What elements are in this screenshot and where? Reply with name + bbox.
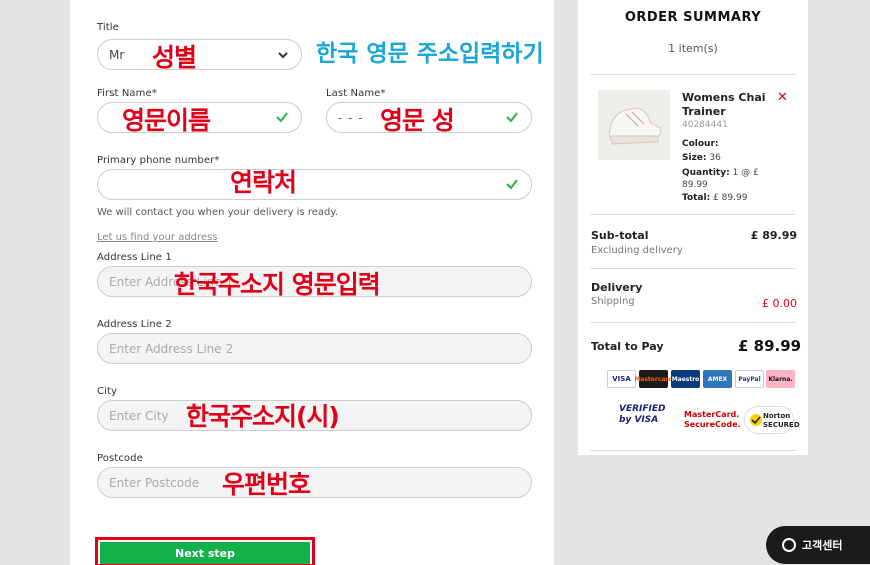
divider <box>590 450 796 451</box>
norton-secured-icon: Norton SECURED <box>744 406 800 434</box>
annotation-header: 한국 영문 주소입력하기 <box>316 41 544 67</box>
check-icon <box>506 179 518 190</box>
total-to-pay-label: Total to Pay <box>591 340 664 353</box>
annotation-first-name: 영문이름 <box>122 106 211 135</box>
divider <box>590 268 796 269</box>
amex-icon: AMEX <box>703 370 732 388</box>
address1-label: Address Line 1 <box>97 252 172 263</box>
annotation-address1: 한국주소지 영문입력 <box>174 270 381 299</box>
divider <box>590 214 796 215</box>
subtotal-note: Excluding delivery <box>591 245 683 256</box>
remove-item-icon[interactable]: ✕ <box>777 90 788 105</box>
trainer-image <box>608 107 661 145</box>
title-select-value: Mr <box>109 48 125 62</box>
mastercard-icon: Mastercard <box>634 370 673 388</box>
annotation-city: 한국주소지(시) <box>186 402 340 431</box>
next-step-button[interactable]: Next step <box>100 542 310 564</box>
last-name-label: Last Name* <box>326 88 386 99</box>
product-size: Size: 36 <box>682 153 721 163</box>
norton-check-icon <box>750 414 762 426</box>
shipping-label: Shipping <box>591 296 635 307</box>
product-colour: Colour: <box>682 139 719 149</box>
first-name-label: First Name* <box>97 88 157 99</box>
city-placeholder: Enter City <box>109 409 169 423</box>
product-total: Total: £ 89.99 <box>682 193 748 203</box>
visa-icon: VISA <box>607 370 636 388</box>
product-code: 40284441 <box>682 120 728 130</box>
phone-note: We will contact you when your delivery i… <box>97 207 339 218</box>
product-name[interactable]: Womens Chai Trainer <box>682 91 774 119</box>
postcode-input[interactable]: Enter Postcode <box>97 467 532 498</box>
annotation-postcode: 우편번호 <box>222 470 311 499</box>
postcode-placeholder: Enter Postcode <box>109 476 200 490</box>
paypal-icon: PayPal <box>735 370 764 388</box>
address2-label: Address Line 2 <box>97 319 172 330</box>
phone-label: Primary phone number* <box>97 155 220 166</box>
subtotal-label: Sub-total <box>591 229 649 242</box>
chat-label: 고객센터 <box>802 539 843 552</box>
total-to-pay-value: £ 89.99 <box>738 337 802 355</box>
check-icon <box>276 112 288 123</box>
title-label: Title <box>97 22 119 33</box>
phone-field[interactable] <box>97 169 532 200</box>
mastercard-securecode-icon: MasterCard. SecureCode. <box>684 410 741 429</box>
address2-placeholder: Enter Address Line 2 <box>109 342 234 356</box>
delivery-label: Delivery <box>591 281 643 294</box>
customer-center-chat-button[interactable]: 고객센터 <box>766 526 870 564</box>
find-address-link[interactable]: Let us find your address <box>97 232 218 243</box>
last-name-value: - - - <box>338 111 364 125</box>
address2-input[interactable]: Enter Address Line 2 <box>97 333 532 364</box>
product-quantity: Quantity: 1 @ £ 89.99 <box>682 168 759 190</box>
next-step-highlight: Next step <box>95 537 315 565</box>
chevron-down-icon <box>278 52 288 59</box>
city-label: City <box>97 386 117 397</box>
postcode-label: Postcode <box>97 453 143 464</box>
check-icon <box>506 112 518 123</box>
annotation-gender: 성별 <box>152 43 197 72</box>
annotation-phone: 연락처 <box>230 168 297 197</box>
divider <box>590 74 796 75</box>
subtotal-value: £ 89.99 <box>750 229 797 242</box>
annotation-last-name: 영문 성 <box>380 106 455 135</box>
verified-by-visa-icon: VERIFIED by VISA <box>619 404 666 425</box>
order-summary-title: ORDER SUMMARY <box>624 10 762 25</box>
title-select[interactable]: Mr <box>97 39 302 70</box>
chat-bubble-icon <box>782 538 796 552</box>
shipping-value: £ 0.00 <box>762 297 797 310</box>
product-image <box>598 90 670 160</box>
divider <box>590 322 796 323</box>
item-count: 1 item(s) <box>668 42 718 55</box>
klarna-icon: Klarna. <box>766 370 795 388</box>
maestro-icon: Maestro <box>671 370 700 388</box>
